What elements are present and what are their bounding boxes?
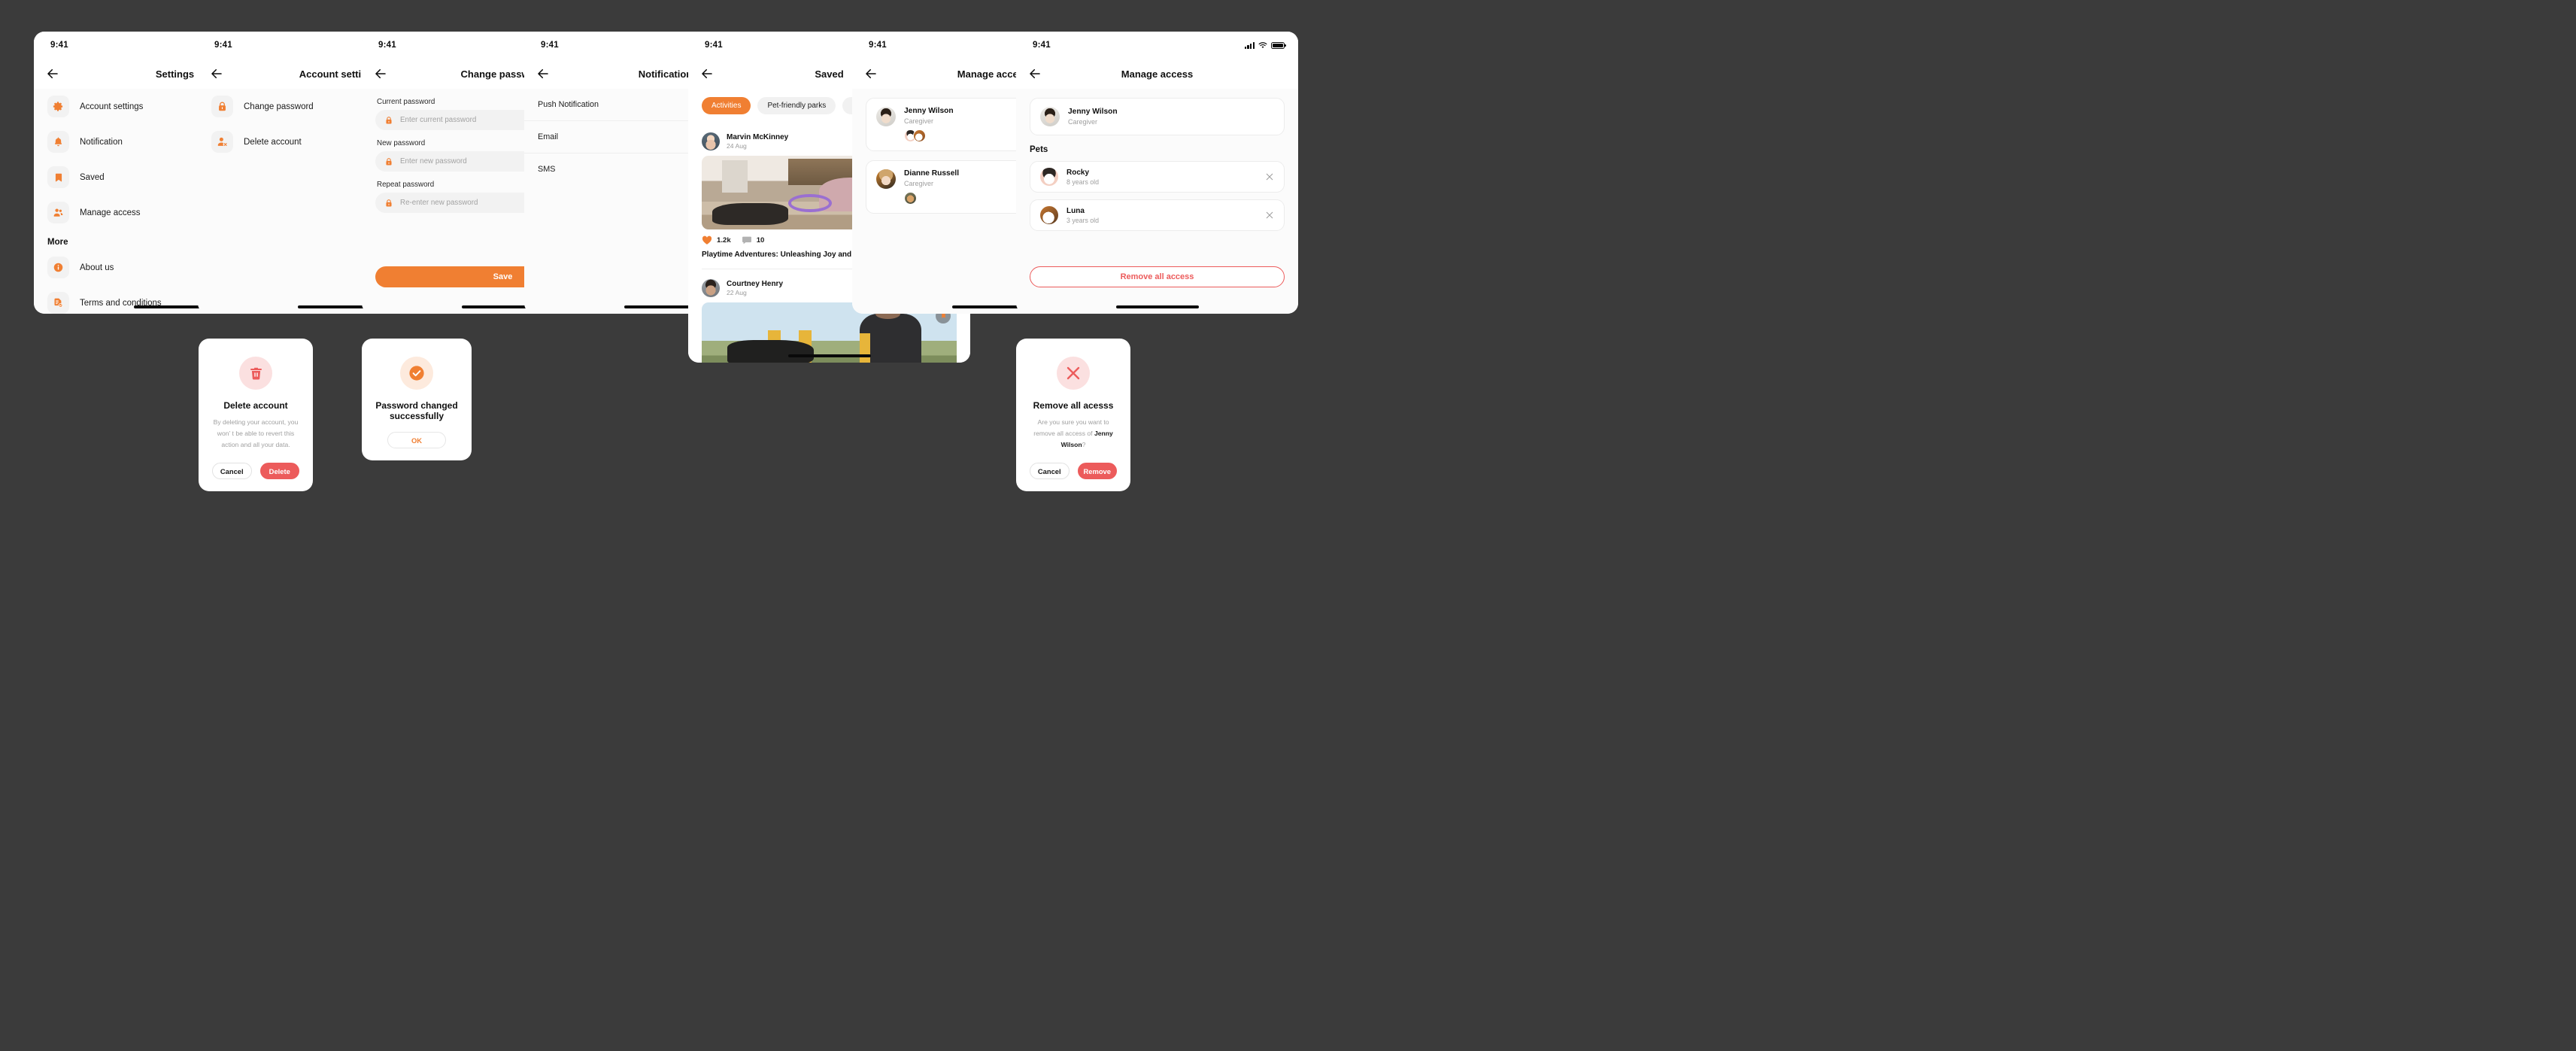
pet-name: Rocky: [1067, 168, 1090, 177]
gear-icon: [47, 96, 69, 117]
cancel-button[interactable]: Cancel: [1030, 463, 1070, 480]
wifi-icon: [1258, 42, 1267, 49]
pet-age: 3 years old: [1067, 216, 1100, 224]
home-indicator: [787, 354, 871, 357]
dialog-actions: Cancel Remove: [1030, 463, 1117, 480]
status-icons: [1244, 41, 1286, 49]
users-icon: [47, 202, 69, 223]
pet-row: Luna 3 years old: [1030, 199, 1285, 231]
status-time: 9:41: [1033, 41, 1051, 50]
section-heading-pets: Pets: [1030, 145, 1048, 154]
close-circle-icon: [1064, 364, 1082, 382]
like-stat[interactable]: 1.2k: [702, 235, 731, 245]
check-circle-icon-wrapper: [400, 357, 433, 390]
comment-count: 10: [756, 236, 765, 245]
status-time: 9:41: [705, 41, 723, 50]
delete-button[interactable]: Delete: [259, 463, 299, 480]
toggle-label: Email: [538, 132, 558, 141]
lock-icon: [211, 96, 233, 117]
pet-name: Luna: [1067, 206, 1085, 215]
lock-icon: [384, 116, 393, 125]
pet-row: Rocky 8 years old: [1030, 161, 1285, 193]
dialog-body-suffix: ?: [1082, 441, 1086, 449]
status-time: 9:41: [214, 41, 232, 50]
pet-info: Rocky 8 years old: [1067, 169, 1257, 186]
back-button[interactable]: [1028, 67, 1042, 80]
avatar: [876, 169, 896, 189]
ok-button[interactable]: OK: [387, 432, 446, 448]
remove-pet-icon[interactable]: [1265, 172, 1274, 181]
trash-icon: [248, 366, 264, 381]
remove-pet-icon[interactable]: [1265, 211, 1274, 220]
pet-avatar: [1040, 168, 1058, 186]
screen-manage-access-detail: 9:41 Manage access Jenny Wilson Caregive…: [1016, 32, 1298, 314]
document-check-icon: [47, 292, 69, 314]
bookmark-icon: [47, 166, 69, 188]
dialog-delete-account: Delete account By deleting your account,…: [199, 339, 313, 492]
status-time: 9:41: [50, 41, 68, 50]
lock-icon: [384, 157, 393, 166]
screenshot-canvas: 9:41 Settings Account settings Notificat…: [0, 0, 2576, 1051]
remove-button[interactable]: Remove: [1077, 463, 1117, 480]
dialog-remove-access: Remove all acesss Are you sure you want …: [1016, 339, 1130, 492]
page-title: Manage access: [1121, 68, 1194, 80]
pet-avatar: [904, 192, 917, 205]
battery-icon: [1271, 41, 1286, 49]
like-count: 1.2k: [717, 236, 731, 245]
back-button[interactable]: [700, 67, 714, 80]
dialog-password-changed: Password changed successfully OK: [362, 339, 472, 460]
check-circle-icon: [408, 365, 425, 381]
back-button[interactable]: [536, 67, 550, 80]
avatar: [1040, 107, 1060, 126]
tab-pet-friendly-parks[interactable]: Pet-friendly parks: [757, 97, 836, 114]
avatar: [702, 132, 720, 150]
dialog-title: Remove all acesss: [1033, 400, 1114, 411]
back-button[interactable]: [210, 67, 223, 80]
manage-access-detail: Jenny Wilson Caregiver Pets Rocky 8 year…: [1016, 89, 1298, 314]
tab-activities[interactable]: Activities: [702, 97, 751, 114]
status-time: 9:41: [541, 41, 559, 50]
back-button[interactable]: [864, 67, 878, 80]
caregiver-body: Jenny Wilson Caregiver: [1068, 108, 1274, 126]
toggle-label: SMS: [538, 165, 556, 174]
dialog-actions: OK: [375, 432, 458, 448]
home-indicator: [1115, 305, 1199, 308]
pet-info: Luna 3 years old: [1067, 207, 1257, 224]
caregiver-name: Jenny Wilson: [1068, 108, 1118, 116]
dialog-title: Delete account: [223, 400, 288, 411]
pet-avatar: [913, 129, 926, 142]
toggle-label: Push Notification: [538, 100, 599, 109]
signal-bars-icon: [1244, 41, 1255, 49]
avatar: [702, 278, 720, 297]
info-icon: [47, 257, 69, 278]
dialog-body: Are you sure you want to remove all acce…: [1030, 417, 1117, 451]
back-button[interactable]: [374, 67, 387, 80]
remove-all-access-button[interactable]: Remove all access: [1030, 266, 1285, 287]
dialog-title: Password changed successfully: [375, 400, 458, 421]
cancel-button[interactable]: Cancel: [212, 463, 252, 480]
status-time: 9:41: [869, 41, 887, 50]
dialog-actions: Cancel Delete: [212, 463, 299, 480]
pet-age: 8 years old: [1067, 178, 1100, 186]
status-bar: 9:41: [1016, 32, 1298, 59]
caregiver-role: Caregiver: [1068, 118, 1098, 126]
avatar: [876, 107, 896, 126]
dialog-body: By deleting your account, you won’ t be …: [213, 418, 299, 449]
close-circle-icon-wrapper: [1057, 357, 1090, 390]
trash-icon-wrapper: [239, 357, 272, 390]
user-remove-icon: [211, 131, 233, 153]
back-button[interactable]: [46, 67, 59, 80]
comment-stat[interactable]: 10: [742, 235, 765, 245]
comment-icon: [742, 235, 752, 245]
caregiver-card[interactable]: Jenny Wilson Caregiver: [1030, 98, 1285, 135]
bell-icon: [47, 131, 69, 153]
heart-icon: [702, 235, 712, 245]
navbar: Manage access: [1016, 59, 1298, 89]
pet-avatar: [1040, 206, 1058, 224]
lock-icon: [384, 199, 393, 208]
status-time: 9:41: [378, 41, 396, 50]
